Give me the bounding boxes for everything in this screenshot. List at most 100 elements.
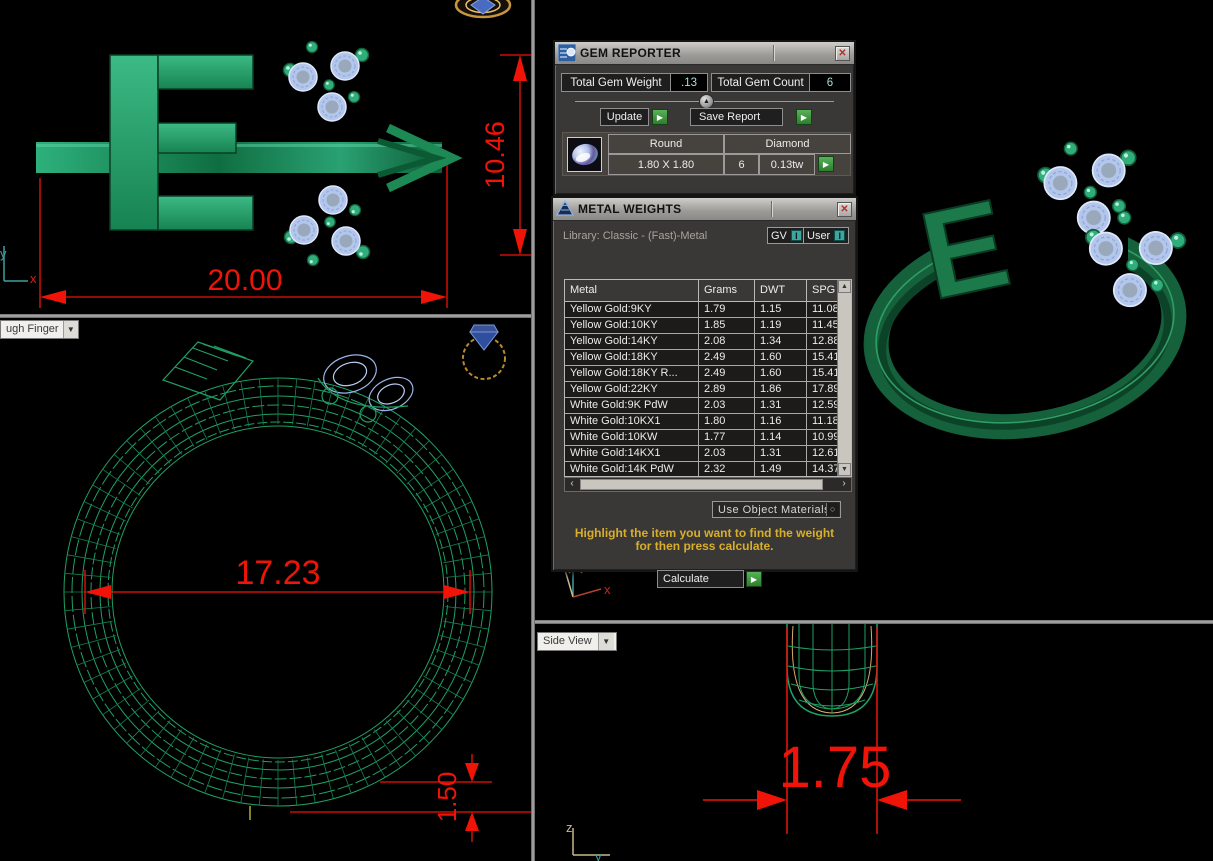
dropdown-indicator-icon[interactable]: ○ <box>826 503 839 516</box>
bezel-gem-icon <box>454 0 512 19</box>
metal-weights-table: Metal Grams DWT SPG Yellow Gold:9KY 1.79 1… <box>564 279 852 477</box>
vertical-scrollbar[interactable]: ▲ ▼ <box>837 280 851 476</box>
metal-weights-titlebar[interactable]: METAL WEIGHTS ✕ <box>553 198 856 221</box>
ring-diamond-icon <box>462 324 506 380</box>
table-header-row: Metal Grams DWT SPG <box>565 280 837 302</box>
table-row[interactable]: Yellow Gold:22KY 2.89 1.86 17.89 <box>565 382 837 398</box>
gem-thumbnail <box>567 137 602 172</box>
user-toggle-button[interactable]: User I <box>803 227 850 244</box>
total-gem-count-value: 6 <box>809 73 851 92</box>
metal-table-rows: Yellow Gold:9KY 1.79 1.15 11.08 Yellow Gold:… <box>565 302 837 476</box>
axis-y-label: y <box>0 246 7 261</box>
table-row[interactable]: Yellow Gold:18KY R... 2.49 1.60 15.41 <box>565 366 837 382</box>
viewport-divider-vertical[interactable] <box>531 0 535 861</box>
table-row[interactable]: Yellow Gold:10KY 1.85 1.19 11.45 <box>565 318 837 334</box>
table-cell: 1.16 <box>755 414 807 429</box>
user-label: User <box>807 229 831 242</box>
column-header-metal[interactable]: Metal <box>565 280 699 301</box>
table-row[interactable]: Yellow Gold:14KY 2.08 1.34 12.88 <box>565 334 837 350</box>
table-cell: 2.49 <box>699 350 755 365</box>
view-selector-through-finger[interactable]: ugh Finger ▼ <box>0 320 79 339</box>
table-cell: 1.34 <box>755 334 807 349</box>
table-cell: 1.49 <box>755 462 807 476</box>
table-cell: 11.18 <box>812 415 837 427</box>
table-cell: 2.49 <box>699 366 755 381</box>
instruction-text: Highlight the item you want to find the … <box>553 527 856 553</box>
viewport-top-view[interactable]: 20.00 10.46 y x <box>0 0 531 314</box>
table-row[interactable]: White Gold:10KW 1.77 1.14 10.99 <box>565 430 837 446</box>
table-cell: 15.41 <box>812 367 837 379</box>
gem-reporter-titlebar[interactable]: GEM REPORTER ✕ <box>555 42 854 65</box>
column-header-spg[interactable]: SPG <box>807 280 837 301</box>
scroll-left-icon[interactable]: ‹ <box>565 478 579 491</box>
save-report-button[interactable]: Save Report <box>690 108 783 126</box>
column-header-dwt[interactable]: DWT <box>755 280 807 301</box>
scroll-right-icon[interactable]: › <box>837 478 851 491</box>
view-selector-label: Side View <box>543 635 592 647</box>
table-row[interactable]: White Gold:14KX1 2.03 1.31 12.61 <box>565 446 837 462</box>
gem-row-go-icon[interactable]: ▶ <box>818 156 834 172</box>
table-cell: 11.08 <box>812 303 837 315</box>
table-row[interactable]: Yellow Gold:18KY 2.49 1.60 15.41 <box>565 350 837 366</box>
viewport-through-finger[interactable]: 17.23 1.50 ugh Finger ▼ <box>0 318 531 861</box>
scroll-down-icon[interactable]: ▼ <box>838 463 851 476</box>
gem-list-row[interactable]: Round 1.80 X 1.80 Diamond 6 0.13tw ▶ <box>562 132 851 176</box>
table-cell: Yellow Gold:9KY <box>565 302 699 317</box>
scrollbar-thumb[interactable] <box>580 479 823 490</box>
close-icon[interactable]: ✕ <box>837 202 852 217</box>
chevron-down-icon[interactable]: ▼ <box>62 321 78 338</box>
table-cell: 1.85 <box>699 318 755 333</box>
axis-indicator-xy: y x <box>0 246 37 286</box>
table-cell: White Gold:10KW <box>565 430 699 445</box>
table-row[interactable]: White Gold:14K PdW 2.32 1.49 14.37 <box>565 462 837 476</box>
view-selector-side-view[interactable]: Side View ▼ <box>537 632 617 651</box>
update-button[interactable]: Update <box>600 108 649 126</box>
table-cell: 1.60 <box>755 350 807 365</box>
total-gem-weight-value: .13 <box>670 73 708 92</box>
table-cell: 10.99 <box>812 431 837 443</box>
chevron-down-icon[interactable]: ▼ <box>597 633 614 650</box>
table-row[interactable]: White Gold:9K PdW 2.03 1.31 12.59 <box>565 398 837 414</box>
gv-toggle-button[interactable]: GV I <box>767 227 806 244</box>
instruction-line-2: for then press calculate. <box>635 539 774 553</box>
horizontal-scrollbar[interactable]: ‹ › <box>564 477 852 492</box>
column-header-grams[interactable]: Grams <box>699 280 755 301</box>
table-row[interactable]: Yellow Gold:9KY 1.79 1.15 11.08 <box>565 302 837 318</box>
scroll-up-icon[interactable]: ▲ <box>838 280 851 293</box>
dim-diameter-value: 17.23 <box>235 554 320 592</box>
viewport-divider-left[interactable] <box>0 314 531 318</box>
table-cell: 11.45 <box>812 319 837 331</box>
viewport-side-view[interactable]: 1.75 z y Side View ▼ <box>535 624 1213 861</box>
gem-reporter-icon <box>558 44 576 62</box>
panel-title: METAL WEIGHTS <box>578 202 682 216</box>
table-cell: 14.37 <box>812 463 837 475</box>
save-report-go-icon[interactable]: ▶ <box>796 109 812 125</box>
table-cell: 2.32 <box>699 462 755 476</box>
table-cell: 1.14 <box>755 430 807 445</box>
calculate-button[interactable]: Calculate <box>657 570 744 588</box>
gem-total-weight-cell: 0.13tw <box>759 154 815 175</box>
axis-y-label: y <box>595 849 602 861</box>
dim-thickness-value: 1.50 <box>432 772 462 823</box>
dimension-diameter: 17.23 <box>84 554 471 614</box>
gv-indicator: I <box>790 230 802 241</box>
view-selector-label: ugh Finger <box>6 323 59 335</box>
calculate-go-icon[interactable]: ▶ <box>746 571 762 587</box>
letter-e-render: E <box>910 173 1020 326</box>
viewport-divider-right[interactable] <box>535 620 1213 624</box>
ring-perspective-render: E <box>863 142 1189 440</box>
table-row[interactable]: White Gold:10KX1 1.80 1.16 11.18 <box>565 414 837 430</box>
use-object-materials-dropdown[interactable]: Use Object Materials ○ <box>712 501 841 518</box>
gem-material-cell: Diamond <box>724 134 851 154</box>
table-cell: 12.59 <box>812 399 837 411</box>
letter-e-render <box>109 54 254 231</box>
gem-shape-cell: Round <box>608 134 724 154</box>
table-cell: Yellow Gold:18KY <box>565 350 699 365</box>
update-go-icon[interactable]: ▶ <box>652 109 668 125</box>
top-view-canvas: 20.00 10.46 y x <box>0 0 531 308</box>
collapse-toggle[interactable]: ▲ <box>699 94 714 109</box>
close-icon[interactable]: ✕ <box>835 46 850 61</box>
through-finger-canvas: 17.23 1.50 <box>63 324 531 842</box>
titlebar-groove <box>773 45 775 61</box>
shank-wireframe <box>786 624 878 717</box>
